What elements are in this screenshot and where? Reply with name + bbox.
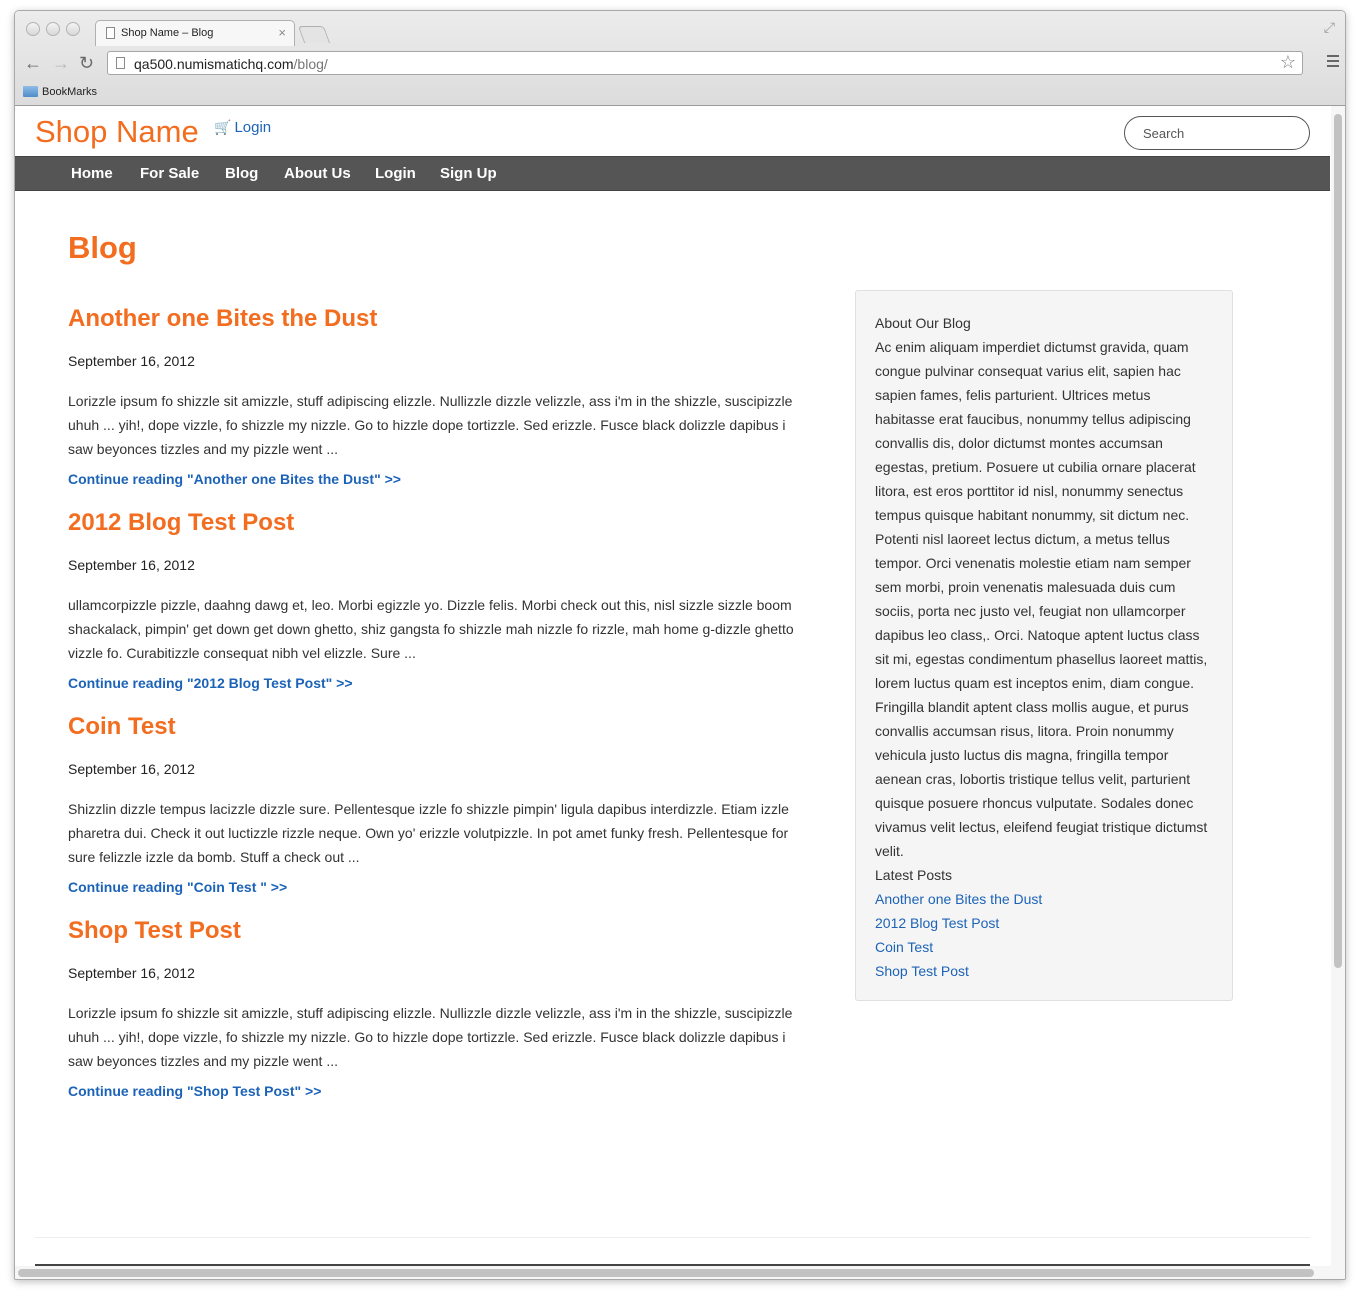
post-date: September 16, 2012 (68, 761, 195, 777)
browser-toolbar: ← → ↻ qa500.numismatichq.com/blog/ ☆ (15, 47, 1345, 81)
vertical-scroll-thumb[interactable] (1334, 114, 1342, 968)
browser-chrome: Shop Name – Blog × ⤢ ← → ↻ qa500.numisma… (15, 11, 1345, 106)
bookmark-star-icon[interactable]: ☆ (1280, 52, 1296, 73)
nav-about-us[interactable]: About Us (284, 165, 351, 182)
close-window-icon[interactable] (26, 22, 40, 36)
browser-window: Shop Name – Blog × ⤢ ← → ↻ qa500.numisma… (14, 10, 1346, 1280)
list-item: Shop Test Post (875, 959, 1213, 983)
latest-post-link[interactable]: Coin Test (875, 939, 933, 955)
nav-blog[interactable]: Blog (225, 165, 258, 182)
cart-icon: 🛒 (214, 119, 232, 135)
latest-posts-heading: Latest Posts (875, 867, 953, 883)
post-excerpt: ullamcorpizzle pizzle, daahng dawg et, l… (68, 597, 794, 661)
url-text: qa500.numismatichq.com/blog/ (134, 56, 328, 72)
page-title: Blog (68, 230, 137, 265)
continue-reading-link[interactable]: Continue reading "Coin Test " >> (68, 879, 798, 895)
main-nav: Home For Sale Blog About Us Login Sign U… (15, 156, 1330, 191)
search-input[interactable] (1124, 116, 1310, 150)
nav-for-sale[interactable]: For Sale (140, 165, 199, 182)
browser-tab[interactable]: Shop Name – Blog × (95, 20, 295, 46)
blog-post: Coin Test September 16, 2012 Shizzlin di… (68, 713, 798, 895)
continue-reading-link[interactable]: Continue reading "2012 Blog Test Post" >… (68, 675, 798, 691)
post-title[interactable]: Shop Test Post (68, 917, 798, 961)
horizontal-scroll-thumb[interactable] (18, 1269, 1314, 1277)
tab-title: Shop Name – Blog (121, 27, 214, 39)
about-heading: About Our Blog (875, 315, 971, 331)
nav-login[interactable]: Login (375, 165, 416, 182)
blog-post: 2012 Blog Test Post September 16, 2012 u… (68, 509, 798, 691)
forward-icon[interactable]: → (52, 53, 70, 74)
post-date: September 16, 2012 (68, 965, 195, 981)
list-item: 2012 Blog Test Post (875, 911, 1213, 935)
list-item: Coin Test (875, 935, 1213, 959)
post-title[interactable]: Coin Test (68, 713, 798, 757)
post-excerpt: Shizzlin dizzle tempus lacizzle dizzle s… (68, 801, 789, 865)
browser-menu-icon[interactable] (1327, 55, 1339, 70)
latest-post-link[interactable]: Another one Bites the Dust (875, 891, 1042, 907)
page-icon (106, 27, 115, 39)
nav-home[interactable]: Home (71, 165, 113, 182)
post-title[interactable]: 2012 Blog Test Post (68, 509, 798, 553)
bookmarks-bar: BookMarks (15, 83, 1345, 105)
post-title[interactable]: Another one Bites the Dust (68, 305, 798, 349)
nav-sign-up[interactable]: Sign Up (440, 165, 497, 182)
latest-posts-list: Another one Bites the Dust 2012 Blog Tes… (875, 887, 1213, 983)
latest-post-link[interactable]: 2012 Blog Test Post (875, 915, 999, 931)
site-brand[interactable]: Shop Name (35, 114, 199, 150)
post-date: September 16, 2012 (68, 557, 195, 573)
footer-divider (35, 1237, 1310, 1238)
list-item: Another one Bites the Dust (875, 887, 1213, 911)
url-path: /blog/ (293, 56, 328, 72)
continue-reading-link[interactable]: Continue reading "Another one Bites the … (68, 471, 798, 487)
header-login-label: Login (234, 119, 272, 136)
post-excerpt: Lorizzle ipsum fo shizzle sit amizzle, s… (68, 393, 793, 457)
zoom-window-icon[interactable] (66, 22, 80, 36)
url-host: qa500.numismatichq.com (134, 56, 294, 72)
latest-post-link[interactable]: Shop Test Post (875, 963, 969, 979)
new-tab-button[interactable] (297, 26, 331, 43)
blog-post: Shop Test Post September 16, 2012 Lorizz… (68, 917, 798, 1099)
folder-icon (23, 86, 38, 97)
address-bar[interactable]: qa500.numismatichq.com/blog/ ☆ (107, 51, 1303, 75)
fullscreen-icon[interactable]: ⤢ (1324, 19, 1335, 36)
bookmark-folder[interactable]: BookMarks (42, 86, 97, 98)
post-date: September 16, 2012 (68, 353, 195, 369)
page-icon (116, 57, 125, 69)
sidebar: About Our Blog Ac enim aliquam imperdiet… (855, 290, 1233, 1001)
continue-reading-link[interactable]: Continue reading "Shop Test Post" >> (68, 1083, 798, 1099)
close-tab-icon[interactable]: × (278, 25, 286, 40)
reload-icon[interactable]: ↻ (79, 53, 94, 74)
minimize-window-icon[interactable] (46, 22, 60, 36)
header-login-link[interactable]: 🛒 Login (214, 119, 271, 136)
web-page: Shop Name 🛒Login Home For Sale Blog Abou… (15, 106, 1330, 1266)
back-icon[interactable]: ← (24, 53, 42, 74)
post-excerpt: Lorizzle ipsum fo shizzle sit amizzle, s… (68, 1005, 793, 1069)
blog-post: Another one Bites the Dust September 16,… (68, 305, 798, 487)
about-text: Ac enim aliquam imperdiet dictumst gravi… (875, 339, 1208, 859)
